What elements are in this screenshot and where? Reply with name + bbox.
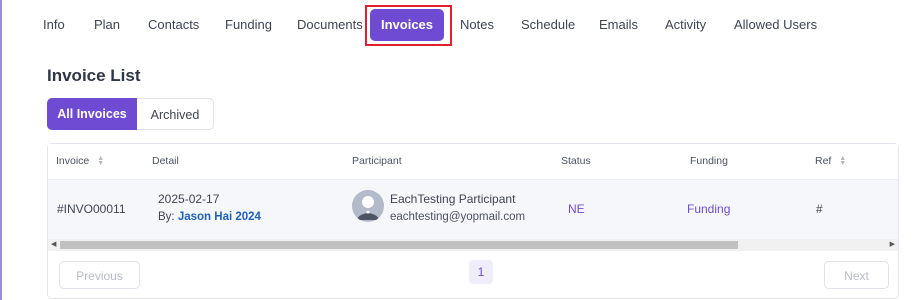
- invoice-number: #INVO00011: [57, 202, 126, 216]
- tab-funding[interactable]: Funding: [225, 8, 272, 42]
- table-header: Invoice ▲ ▼ Detail Participant Status Fun…: [48, 144, 898, 180]
- column-label-invoice: Invoice: [56, 155, 90, 167]
- scrollbar-thumb[interactable]: [60, 241, 738, 249]
- user-silhouette-icon: [352, 190, 384, 222]
- column-header-ref[interactable]: Ref ▲ ▼: [815, 155, 846, 167]
- column-label-ref: Ref: [815, 155, 832, 167]
- avatar: [352, 190, 384, 222]
- page-number-button[interactable]: 1: [469, 260, 493, 284]
- tab-info[interactable]: Info: [43, 8, 65, 42]
- invoice-filter-toggle: All Invoices Archived: [47, 98, 214, 130]
- previous-page-button[interactable]: Previous: [59, 261, 140, 289]
- invoice-table-card: Invoice ▲ ▼ Detail Participant Status Fun…: [47, 143, 899, 299]
- page-title: Invoice List: [47, 66, 141, 85]
- column-header-status: Status: [561, 155, 591, 167]
- tab-activity[interactable]: Activity: [665, 8, 706, 42]
- sort-icon[interactable]: ▲ ▼: [97, 155, 104, 167]
- sort-icon[interactable]: ▲ ▼: [839, 155, 846, 167]
- all-invoices-button[interactable]: All Invoices: [47, 98, 137, 130]
- tab-invoices[interactable]: Invoices: [370, 9, 444, 41]
- funding-value[interactable]: Funding: [687, 202, 730, 216]
- tab-allowed-users[interactable]: Allowed Users: [734, 8, 817, 42]
- invoice-date: 2025-02-17: [158, 192, 220, 206]
- table-row[interactable]: #INVO00011 2025-02-17 By: Jason Hai 2024…: [48, 180, 898, 239]
- created-by-label: By:: [158, 211, 175, 223]
- tab-schedule[interactable]: Schedule: [521, 8, 575, 42]
- created-by: By: Jason Hai 2024: [158, 211, 261, 223]
- scroll-left-arrow-icon[interactable]: ◀: [51, 240, 56, 248]
- ref-value: #: [816, 202, 823, 216]
- tab-bar: Info Plan Contacts Funding Documents Inv…: [0, 0, 920, 52]
- column-header-detail: Detail: [152, 155, 179, 167]
- column-header-funding: Funding: [690, 155, 728, 167]
- horizontal-scrollbar[interactable]: ◀ ▶: [48, 239, 898, 251]
- tab-documents[interactable]: Documents: [297, 8, 363, 42]
- tab-notes[interactable]: Notes: [460, 8, 494, 42]
- scroll-right-arrow-icon[interactable]: ▶: [890, 240, 895, 248]
- tab-contacts[interactable]: Contacts: [148, 8, 199, 42]
- column-header-invoice[interactable]: Invoice ▲ ▼: [56, 155, 104, 167]
- tab-plan[interactable]: Plan: [94, 8, 120, 42]
- tab-emails[interactable]: Emails: [599, 8, 638, 42]
- archived-button[interactable]: Archived: [137, 98, 214, 130]
- column-header-participant: Participant: [352, 155, 402, 167]
- created-by-link[interactable]: Jason Hai 2024: [178, 211, 261, 223]
- participant-name: EachTesting Participant: [390, 192, 516, 206]
- participant-email: eachtesting@yopmail.com: [390, 211, 526, 223]
- status-value: NE: [568, 202, 585, 216]
- next-page-button[interactable]: Next: [824, 261, 889, 289]
